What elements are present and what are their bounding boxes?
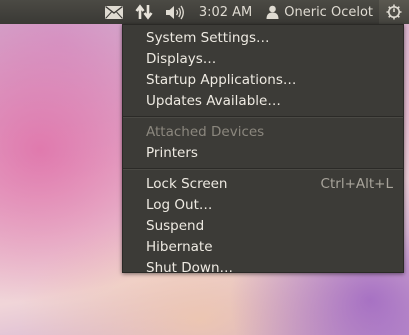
menu-item-hibernate[interactable]: Hibernate [123, 237, 403, 258]
messaging-indicator[interactable] [99, 0, 129, 24]
power-gear-icon [385, 3, 403, 21]
menu-item-lock-screen[interactable]: Lock Screen Ctrl+Alt+L [123, 174, 403, 195]
menu-item-system-settings[interactable]: System Settings… [123, 28, 403, 49]
shortcut-label: Ctrl+Alt+L [320, 176, 393, 192]
session-indicator[interactable] [379, 0, 409, 24]
envelope-icon [104, 5, 123, 19]
user-name-label: Oneric Ocelot [284, 4, 373, 20]
menu-item-updates-available[interactable]: Updates Available… [123, 91, 403, 112]
menu-item-label: Updates Available… [146, 93, 281, 109]
menu-item-shut-down[interactable]: Shut Down… [123, 258, 403, 279]
speaker-icon [165, 5, 185, 20]
menu-separator [123, 168, 403, 170]
menu-item-label: Hibernate [146, 239, 213, 255]
menu-separator [123, 116, 403, 118]
network-arrows-icon [135, 4, 153, 20]
menu-item-displays[interactable]: Displays… [123, 49, 403, 70]
clock-label: 3:02 AM [198, 4, 253, 20]
menu-item-label: Startup Applications… [146, 72, 297, 88]
menu-item-label: Attached Devices [146, 124, 265, 140]
volume-indicator[interactable] [159, 0, 191, 24]
session-menu: System Settings… Displays… Startup Appli… [122, 24, 404, 276]
menu-item-label: Log Out… [146, 197, 213, 213]
menu-item-startup-applications[interactable]: Startup Applications… [123, 70, 403, 91]
user-indicator[interactable]: Oneric Ocelot [260, 0, 379, 24]
clock-indicator[interactable]: 3:02 AM [191, 0, 260, 24]
menu-item-printers[interactable]: Printers [123, 143, 403, 164]
menu-item-suspend[interactable]: Suspend [123, 216, 403, 237]
menu-item-label: Shut Down… [146, 260, 234, 276]
network-indicator[interactable] [129, 0, 159, 24]
menu-item-label: Printers [146, 145, 198, 161]
menu-item-label: System Settings… [146, 30, 270, 46]
menu-item-attached-devices: Attached Devices [123, 122, 403, 143]
menu-item-label: Suspend [146, 218, 205, 234]
menu-item-label: Lock Screen [146, 176, 228, 192]
menu-item-log-out[interactable]: Log Out… [123, 195, 403, 216]
person-icon [266, 5, 279, 19]
menu-item-label: Displays… [146, 51, 217, 67]
top-panel: 3:02 AM Oneric Ocelot [0, 0, 409, 24]
